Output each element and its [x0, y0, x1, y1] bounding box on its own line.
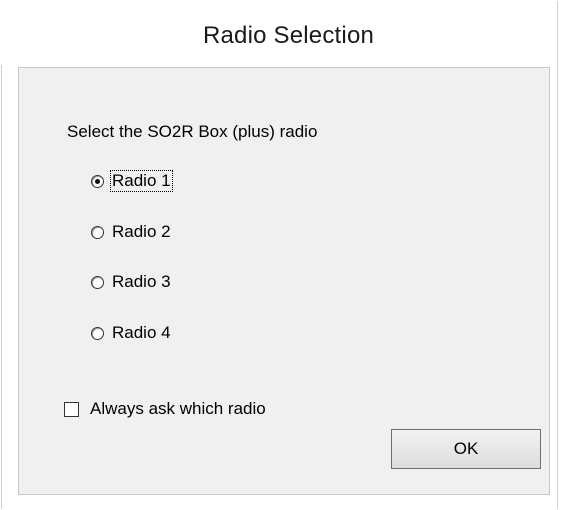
radio-option-3[interactable]: Radio 3 [91, 270, 172, 294]
radio-button[interactable] [91, 275, 104, 289]
radio-label: Radio 1 [110, 170, 173, 192]
radio-label: Radio 4 [112, 323, 171, 342]
title-bar[interactable]: Radio Selection [1, 1, 556, 65]
radio-button-checked[interactable] [91, 174, 104, 188]
radio-button[interactable] [91, 225, 104, 239]
always-ask-label: Always ask which radio [90, 399, 266, 418]
radio-label: Radio 2 [112, 222, 171, 241]
window-title: Radio Selection [202, 22, 375, 49]
ok-button[interactable]: OK [391, 429, 541, 469]
radio-option-1[interactable]: Radio 1 [91, 169, 173, 193]
dialog-body: Select the SO2R Box (plus) radio Radio 1… [18, 67, 550, 495]
dialog-window: Radio Selection Select the SO2R Box (plu… [0, 0, 567, 510]
always-ask-checkbox-row[interactable]: Always ask which radio [64, 399, 266, 419]
radio-option-2[interactable]: Radio 2 [91, 220, 172, 244]
radio-button[interactable] [91, 326, 104, 340]
prompt-label: Select the SO2R Box (plus) radio [67, 122, 318, 141]
radio-option-4[interactable]: Radio 4 [91, 321, 172, 345]
radio-label: Radio 3 [112, 272, 171, 291]
always-ask-checkbox[interactable] [64, 401, 79, 417]
